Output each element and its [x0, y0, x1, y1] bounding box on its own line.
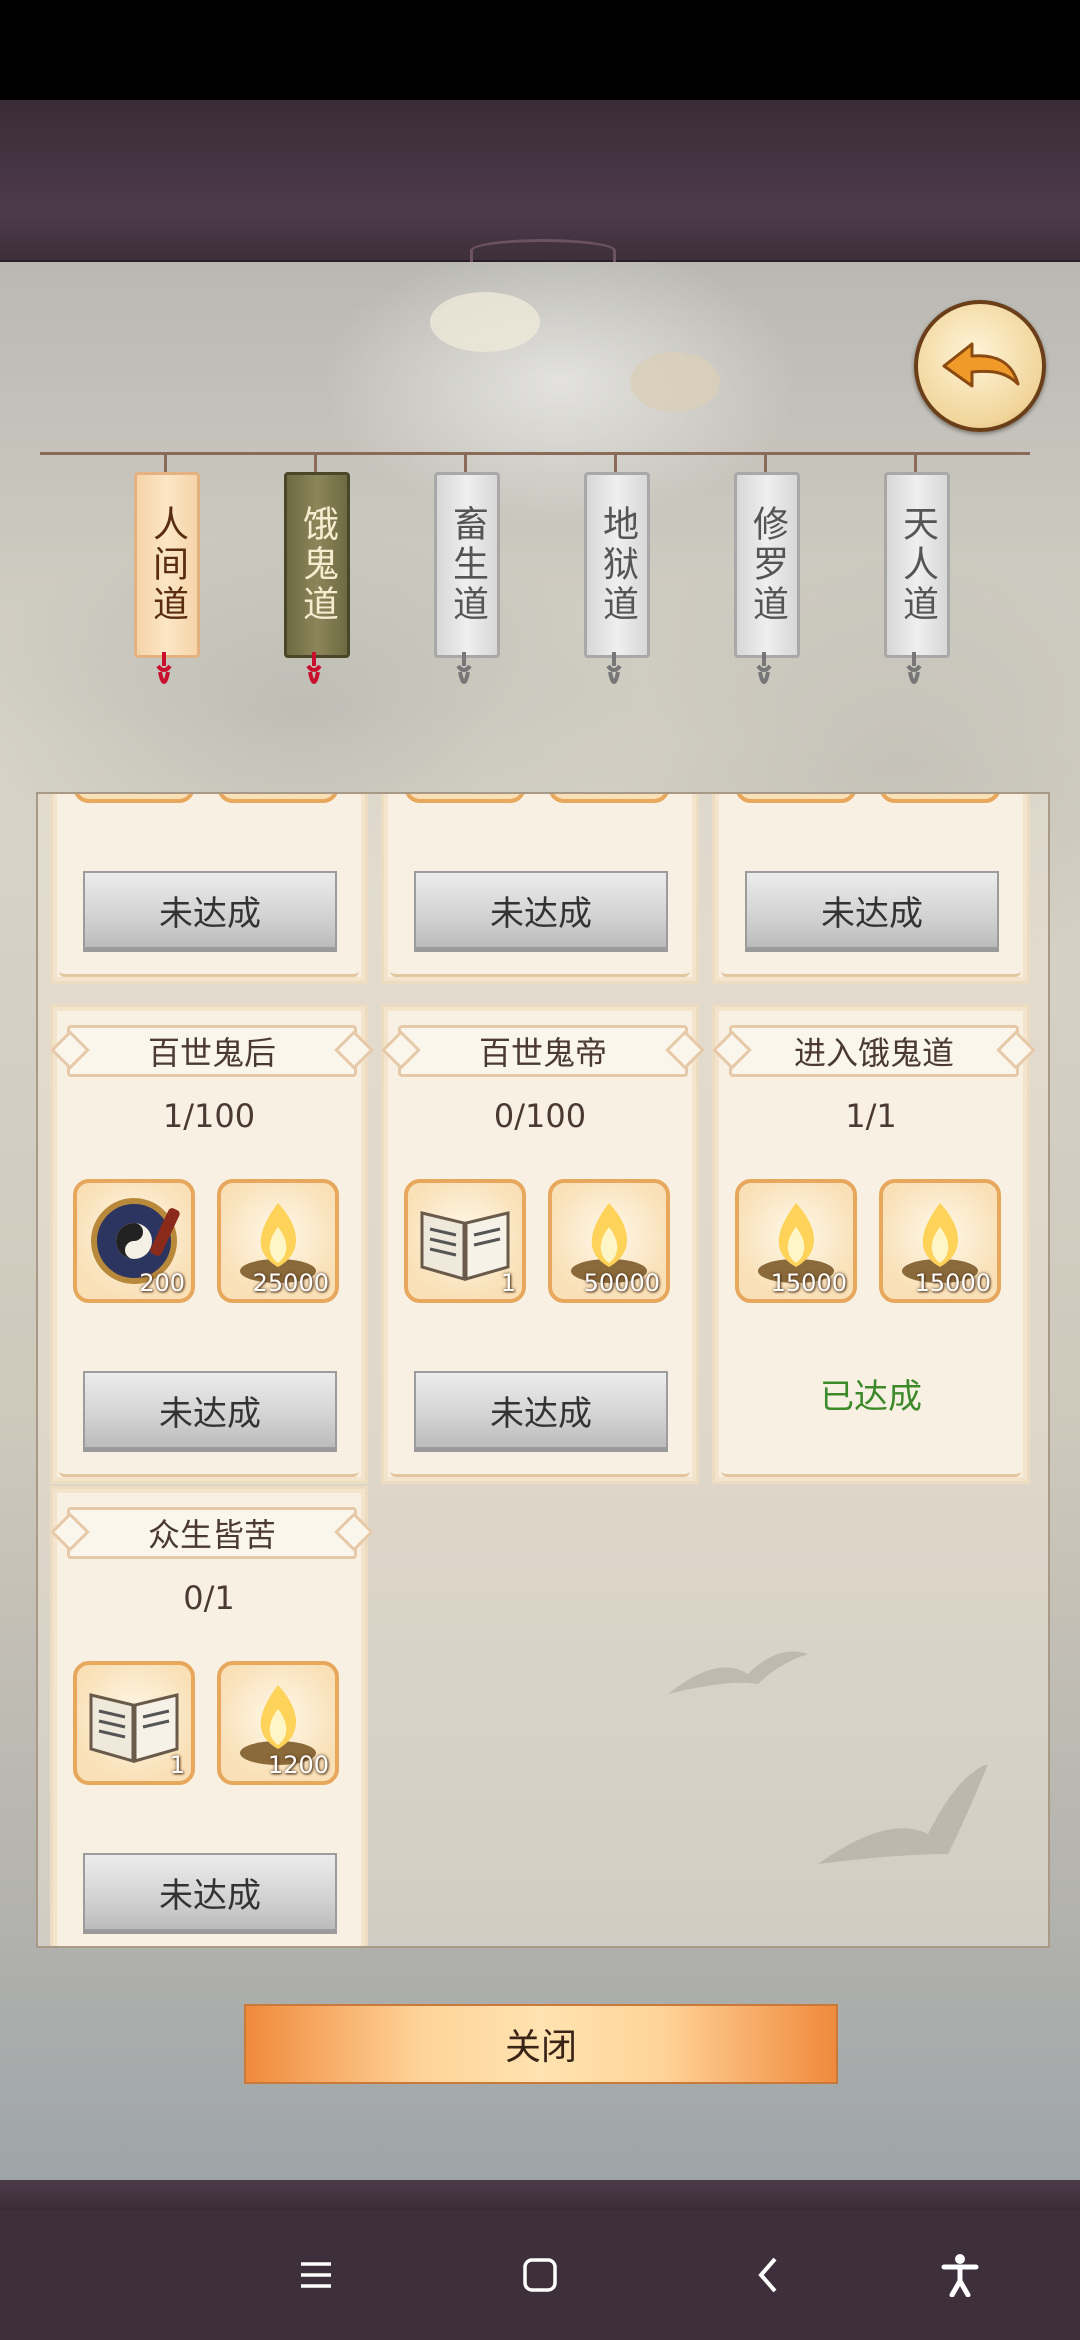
reward-slot[interactable]: 15000: [879, 1179, 1001, 1303]
reward-count: 1: [500, 1269, 516, 1297]
system-nav-bar: [0, 2210, 1080, 2340]
reward-slot[interactable]: 50000: [548, 1179, 670, 1303]
gray-tassel-icon: [606, 652, 622, 684]
tab-string: [40, 452, 1030, 455]
reward-slot[interactable]: 15000: [735, 1179, 857, 1303]
home-square-icon: [523, 2258, 557, 2292]
reward-count: 50000: [583, 1269, 660, 1297]
reward-slot[interactable]: 1: [73, 1661, 195, 1785]
not-achieved-button[interactable]: 未达成: [745, 871, 999, 949]
accessibility-nav-button[interactable]: [930, 2245, 990, 2305]
close-button[interactable]: 关闭: [244, 2004, 838, 2084]
gray-tassel-icon: [456, 652, 472, 684]
tab-nail: [314, 455, 317, 473]
achievement-title: 百世鬼后: [67, 1025, 357, 1077]
reward-count: 15000: [914, 1269, 991, 1297]
achievement-card-partial: 150 15000 未达成: [381, 794, 699, 984]
reward-slot[interactable]: 1: [404, 1179, 526, 1303]
not-achieved-button[interactable]: 未达成: [83, 871, 337, 949]
frame-ornament: [470, 239, 616, 262]
menu-nav-button[interactable]: [286, 2245, 346, 2305]
reward-count: 1200: [267, 1751, 329, 1779]
reward-slot[interactable]: 150: [404, 794, 526, 803]
reward-slot[interactable]: 1200: [217, 1661, 339, 1785]
not-achieved-button[interactable]: 未达成: [414, 1371, 668, 1449]
red-tassel-icon: [306, 652, 322, 684]
tab-label: 地狱道: [597, 505, 638, 625]
status-bar: [0, 0, 1080, 100]
tab-label: 天人道: [897, 505, 938, 625]
reward-slot[interactable]: 150: [735, 794, 857, 803]
reward-count: 15000: [770, 1269, 847, 1297]
reward-slot[interactable]: 200: [73, 1179, 195, 1303]
achievement-title: 进入饿鬼道: [729, 1025, 1019, 1077]
reward-count: 150: [470, 794, 516, 797]
achievement-card-partial: 100 12000 未达成: [50, 794, 368, 984]
achievement-card: 百世鬼后 1/100 200 25000 未达成: [50, 1004, 368, 1484]
reward-count: 25000: [252, 1269, 329, 1297]
reward-count: 15000: [915, 794, 991, 797]
achievement-card: 进入饿鬼道 1/1 15000 15000 已达成: [712, 1004, 1030, 1484]
reward-count: 200: [139, 1269, 185, 1297]
back-chevron-icon: [758, 2257, 777, 2293]
tab-nail: [464, 455, 467, 473]
tab-label: 饿鬼道: [297, 505, 338, 625]
achievement-progress: 1/100: [162, 1097, 256, 1135]
tab-human-realm[interactable]: 人间道: [134, 472, 200, 658]
gray-tassel-icon: [756, 652, 772, 684]
reward-count: 150: [801, 794, 847, 797]
not-achieved-button[interactable]: 未达成: [414, 871, 668, 949]
reward-slot[interactable]: 15000: [548, 794, 670, 803]
tab-nail: [164, 455, 167, 473]
gray-tassel-icon: [906, 652, 922, 684]
home-nav-button[interactable]: [510, 2245, 570, 2305]
tab-heaven-realm[interactable]: 天人道: [884, 472, 950, 658]
bottom-frame: [0, 2180, 1080, 2210]
back-arrow-icon: [942, 342, 1020, 388]
reward-count: 1: [169, 1751, 185, 1779]
not-achieved-button[interactable]: 未达成: [83, 1371, 337, 1449]
achievement-title: 百世鬼帝: [398, 1025, 688, 1077]
tab-asura-realm[interactable]: 修罗道: [734, 472, 800, 658]
back-button[interactable]: [914, 300, 1046, 432]
reward-slot[interactable]: 25000: [217, 1179, 339, 1303]
achievement-title: 众生皆苦: [67, 1507, 357, 1559]
tab-animal-realm[interactable]: 畜生道: [434, 472, 500, 658]
tab-nail: [914, 455, 917, 473]
reward-count: 100: [139, 794, 185, 797]
red-tassel-icon: [156, 652, 172, 684]
reward-count: 12000: [253, 794, 329, 797]
not-achieved-button[interactable]: 未达成: [83, 1853, 337, 1931]
reward-slot[interactable]: 15000: [879, 794, 1001, 803]
reward-count: 15000: [584, 794, 660, 797]
menu-icon: [301, 2262, 331, 2288]
cloud-decoration: [430, 292, 540, 352]
reward-slot[interactable]: 100: [73, 794, 195, 803]
tab-label: 人间道: [147, 505, 188, 625]
tab-nail: [764, 455, 767, 473]
tab-hell-realm[interactable]: 地狱道: [584, 472, 650, 658]
back-nav-button[interactable]: [738, 2245, 798, 2305]
achievement-card: 众生皆苦 0/1 1 1200 未达成: [50, 1486, 368, 1946]
tab-label: 修罗道: [747, 505, 788, 625]
crane-decoration: [818, 1764, 988, 1864]
cloud-decoration: [630, 352, 720, 412]
achievement-progress: 0/1: [183, 1579, 235, 1617]
tab-nail: [614, 455, 617, 473]
tab-hungry-ghost-realm[interactable]: 饿鬼道: [284, 472, 350, 658]
tab-label: 畜生道: [447, 505, 488, 625]
achievement-progress: 1/1: [845, 1097, 897, 1135]
accessibility-icon: [941, 2254, 979, 2297]
achievement-progress: 0/100: [493, 1097, 587, 1135]
achievement-card-partial: 150 15000 未达成: [712, 794, 1030, 984]
crane-decoration: [668, 1651, 808, 1694]
achievement-card: 百世鬼帝 0/100 1 50000 未达成: [381, 1004, 699, 1484]
achieved-status: 已达成: [820, 1377, 922, 1417]
achievement-list[interactable]: 100 12000 未达成 150 15000 未达成 150 15000 未达…: [36, 792, 1050, 1948]
reward-slot[interactable]: 12000: [217, 794, 339, 803]
top-frame: [0, 100, 1080, 264]
